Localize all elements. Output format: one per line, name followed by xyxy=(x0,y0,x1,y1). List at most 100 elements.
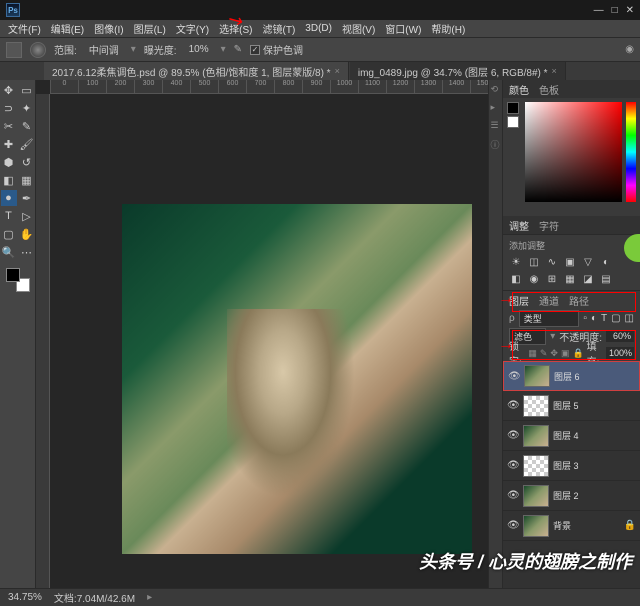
layer-thumbnail[interactable] xyxy=(523,395,549,417)
zoom-tool[interactable]: 🔍 xyxy=(1,244,17,260)
tab-swatches[interactable]: 色板 xyxy=(539,82,559,97)
exposure-icon[interactable]: ▣ xyxy=(563,255,577,269)
fg-bg-swatches[interactable] xyxy=(6,268,30,292)
menu-window[interactable]: 窗口(W) xyxy=(381,19,425,38)
lookup-icon[interactable]: ▦ xyxy=(563,272,577,286)
layer-thumbnail[interactable] xyxy=(523,515,549,537)
bg-color[interactable] xyxy=(507,116,519,128)
lock-pixels-icon[interactable]: ✎ xyxy=(540,348,548,359)
info-panel-icon[interactable]: ⓘ xyxy=(491,138,501,148)
layer-item[interactable]: 👁 图层 5 xyxy=(503,391,640,421)
tab-adjustments[interactable]: 调整 xyxy=(509,218,529,233)
maximize-icon[interactable]: □ xyxy=(612,5,618,16)
fill-input[interactable]: 100% xyxy=(606,347,634,359)
layer-name[interactable]: 图层 6 xyxy=(554,370,580,383)
doc-tab-2[interactable]: img_0489.jpg @ 34.7% (图层 6, RGB/8#) * × xyxy=(350,62,566,81)
layer-item[interactable]: 👁 图层 4 xyxy=(503,421,640,451)
invert-icon[interactable]: ◪ xyxy=(581,272,595,286)
eraser-tool[interactable]: ◧ xyxy=(1,172,17,188)
pressure-icon[interactable]: ◉ xyxy=(625,44,634,55)
brightness-icon[interactable]: ☀ xyxy=(509,255,523,269)
hue-slider[interactable] xyxy=(626,102,636,202)
edit-toolbar[interactable]: ⋯ xyxy=(19,244,35,260)
menu-3d[interactable]: 3D(D) xyxy=(301,21,336,36)
menu-type[interactable]: 文字(Y) xyxy=(172,19,213,38)
menu-image[interactable]: 图像(I) xyxy=(90,19,127,38)
fg-color[interactable] xyxy=(507,102,519,114)
visibility-icon[interactable]: 👁 xyxy=(507,460,519,471)
menu-view[interactable]: 视图(V) xyxy=(338,19,379,38)
properties-panel-icon[interactable]: ☰ xyxy=(491,120,501,130)
zoom-level[interactable]: 34.75% xyxy=(8,592,42,603)
menu-filter[interactable]: 滤镜(T) xyxy=(259,19,300,38)
opacity-input[interactable]: 60% xyxy=(606,330,634,342)
layer-name[interactable]: 图层 3 xyxy=(553,459,579,472)
brush-tool[interactable]: 🖌 xyxy=(19,136,35,152)
visibility-icon[interactable]: 👁 xyxy=(507,490,519,501)
document-info[interactable]: 文档:7.04M/42.6M xyxy=(54,590,135,605)
bw-icon[interactable]: ◧ xyxy=(509,272,523,286)
close-icon[interactable]: ✕ xyxy=(626,5,634,16)
levels-icon[interactable]: ◫ xyxy=(527,255,541,269)
filter-shape-icon[interactable]: ▢ xyxy=(611,313,620,324)
pen-tool[interactable]: ✒ xyxy=(19,190,35,206)
visibility-icon[interactable]: 👁 xyxy=(507,520,519,531)
layer-item[interactable]: 👁 背景 🔒 xyxy=(503,511,640,541)
menu-help[interactable]: 帮助(H) xyxy=(427,19,469,38)
layer-name[interactable]: 图层 2 xyxy=(553,489,579,502)
hue-icon[interactable]: ◐ xyxy=(599,255,613,269)
crop-tool[interactable]: ✂ xyxy=(1,118,17,134)
lock-artboard-icon[interactable]: ▣ xyxy=(561,348,570,359)
marquee-tool[interactable]: ▭ xyxy=(19,82,35,98)
layer-thumbnail[interactable] xyxy=(523,485,549,507)
tool-preset-icon[interactable] xyxy=(6,42,22,58)
layer-item[interactable]: 👁 图层 6 xyxy=(503,361,640,391)
layer-thumbnail[interactable] xyxy=(523,455,549,477)
visibility-icon[interactable]: 👁 xyxy=(508,371,520,382)
foreground-swatch[interactable] xyxy=(6,268,20,282)
menu-edit[interactable]: 编辑(E) xyxy=(47,19,88,38)
exposure-value[interactable]: 10% xyxy=(185,43,213,56)
eyedropper-tool[interactable]: ✎ xyxy=(19,118,35,134)
menu-layer[interactable]: 图层(L) xyxy=(130,19,170,38)
menu-file[interactable]: 文件(F) xyxy=(4,19,45,38)
visibility-icon[interactable]: 👁 xyxy=(507,430,519,441)
path-tool[interactable]: ▷ xyxy=(19,208,35,224)
filter-text-icon[interactable]: T xyxy=(601,313,607,324)
gradient-tool[interactable]: ▦ xyxy=(19,172,35,188)
actions-panel-icon[interactable]: ▸ xyxy=(491,102,501,112)
lock-all-icon[interactable]: 🔒 xyxy=(572,348,583,359)
move-tool[interactable]: ✥ xyxy=(1,82,17,98)
dodge-tool[interactable]: ● xyxy=(1,190,17,206)
stamp-tool[interactable]: ⬢ xyxy=(1,154,17,170)
brush-preset-icon[interactable] xyxy=(30,42,46,58)
layer-name[interactable]: 背景 xyxy=(553,519,571,532)
filter-pixel-icon[interactable]: ▫ xyxy=(583,313,587,324)
posterize-icon[interactable]: ▤ xyxy=(599,272,613,286)
photo-filter-icon[interactable]: ◉ xyxy=(527,272,541,286)
airbrush-icon[interactable]: ✎ xyxy=(234,44,242,55)
filter-smart-icon[interactable]: ◫ xyxy=(625,313,634,324)
curves-icon[interactable]: ∿ xyxy=(545,255,559,269)
heal-tool[interactable]: ✚ xyxy=(1,136,17,152)
layer-name[interactable]: 图层 4 xyxy=(553,429,579,442)
shape-tool[interactable]: ▢ xyxy=(1,226,17,242)
layer-item[interactable]: 👁 图层 2 xyxy=(503,481,640,511)
filter-adj-icon[interactable]: ◐ xyxy=(591,313,597,324)
layer-thumbnail[interactable] xyxy=(524,365,550,387)
lasso-tool[interactable]: ⊃ xyxy=(1,100,17,116)
tab-character[interactable]: 字符 xyxy=(539,218,559,233)
lock-position-icon[interactable]: ✥ xyxy=(550,348,558,359)
channel-mixer-icon[interactable]: ⊞ xyxy=(545,272,559,286)
vibrance-icon[interactable]: ▽ xyxy=(581,255,595,269)
layer-thumbnail[interactable] xyxy=(523,425,549,447)
canvas-image[interactable] xyxy=(122,204,472,554)
minimize-icon[interactable]: — xyxy=(594,5,604,16)
lock-transparency-icon[interactable]: ▦ xyxy=(528,348,537,359)
close-tab-icon[interactable]: × xyxy=(335,66,340,76)
range-dropdown[interactable]: 中间调 xyxy=(85,41,123,58)
history-panel-icon[interactable]: ⟲ xyxy=(491,84,501,94)
wand-tool[interactable]: ✦ xyxy=(19,100,35,116)
close-tab-icon[interactable]: × xyxy=(552,66,557,76)
tab-color[interactable]: 颜色 xyxy=(509,82,529,97)
